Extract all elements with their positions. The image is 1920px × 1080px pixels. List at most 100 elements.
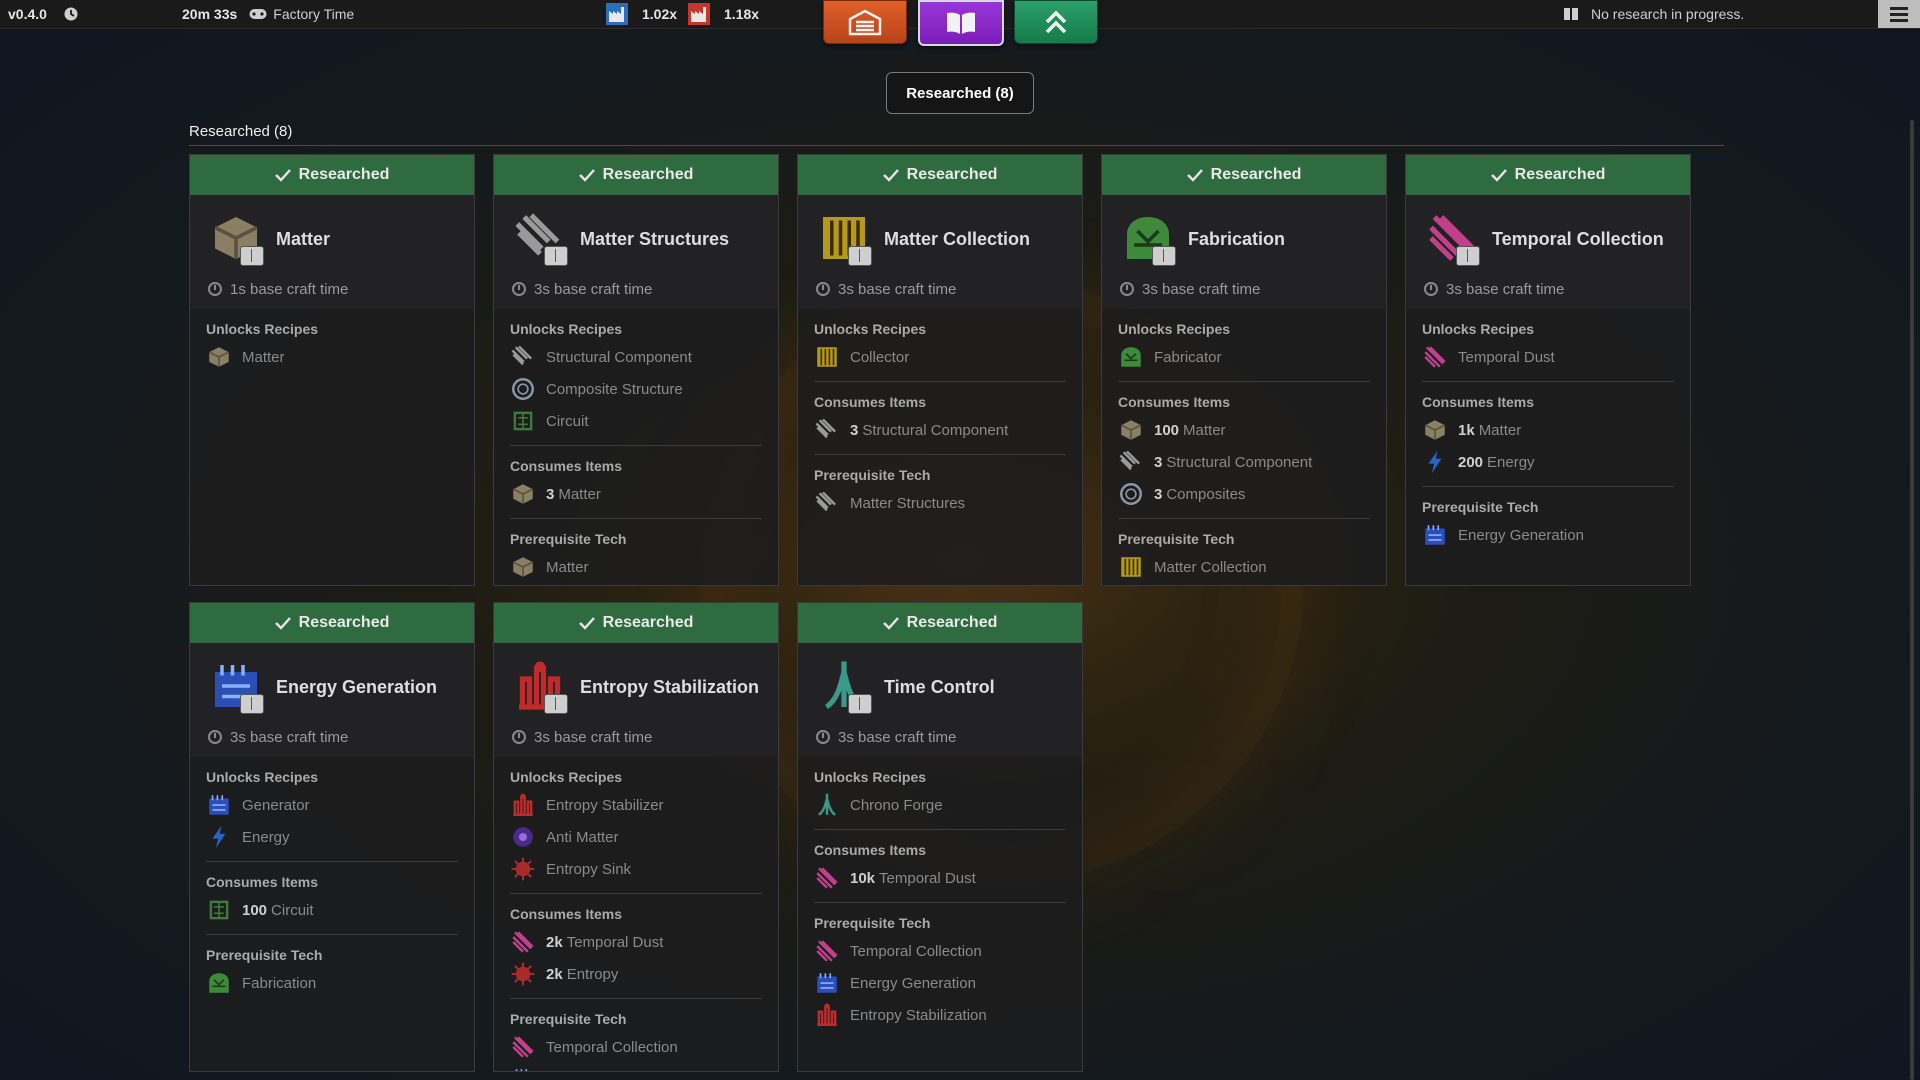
unlocks-item: Circuit — [510, 405, 762, 437]
matter-icon — [1424, 420, 1446, 440]
tech-icon — [208, 210, 266, 268]
status-label: Researched — [906, 166, 998, 183]
research-tab-button[interactable] — [918, 0, 1004, 46]
item-name: Matter — [558, 485, 601, 503]
item-name: Matter — [1183, 421, 1226, 439]
researched-filter-button[interactable]: Researched (8) — [886, 72, 1034, 114]
divider — [814, 381, 1066, 382]
consumes-item: 10k Temporal Dust — [814, 862, 1066, 894]
checkmark-icon — [578, 617, 595, 630]
item-quantity: 100 — [1154, 421, 1180, 439]
craft-time-row: 1s base craft time — [208, 277, 456, 301]
consumes-item: 100 Circuit — [206, 894, 458, 926]
unlocks-item: Energy — [206, 821, 458, 853]
tech-title: Fabrication — [1188, 228, 1286, 249]
research-status: No research in progress. — [1591, 6, 1745, 22]
fabricator-icon — [209, 973, 229, 993]
unlocks-item: Fabricator — [1118, 341, 1370, 373]
prereq-item: Fabrication — [206, 967, 458, 999]
item-quantity: 3 — [1154, 485, 1163, 503]
item-name: Matter — [546, 558, 589, 576]
section-divider — [189, 145, 1724, 146]
upgrades-tab-button[interactable] — [1014, 0, 1098, 44]
tech-icon — [208, 658, 266, 716]
item-name: Entropy Sink — [546, 860, 632, 878]
card-summary: Temporal Collection 3s base craft time — [1406, 195, 1690, 309]
unlocks-item: Generator — [206, 789, 458, 821]
unlocks-item: Anti Matter — [510, 821, 762, 853]
factory-speed-icon — [606, 3, 628, 25]
generator-icon — [209, 795, 229, 815]
clock-icon — [208, 282, 222, 296]
energy-icon — [212, 825, 226, 849]
factory-tab-button[interactable] — [823, 0, 907, 44]
checkmark-icon — [578, 169, 595, 182]
card-details: Unlocks Recipes Collector Consumes Items… — [798, 309, 1082, 535]
clock-icon — [64, 7, 78, 21]
clock-icon — [208, 730, 222, 744]
tech-card[interactable]: Researched Matter Collection 3s base cra… — [797, 154, 1083, 586]
tech-card[interactable]: Researched Matter 1s base craft time Unl… — [189, 154, 475, 586]
structural-icon — [815, 418, 836, 439]
tech-card[interactable]: Researched Temporal Collection 3s base c… — [1405, 154, 1691, 586]
status-label: Researched — [906, 614, 998, 631]
researched-header: Researched — [1406, 155, 1690, 195]
unlocks-item: Chrono Forge — [814, 789, 1066, 821]
composite-icon — [1120, 483, 1142, 505]
book-badge-icon — [544, 694, 568, 714]
tech-card[interactable]: Researched Matter Structures 3s base cra… — [493, 154, 779, 586]
matter-icon — [512, 484, 534, 504]
tech-card[interactable]: Researched Entropy Stabilization 3s base… — [493, 602, 779, 1072]
structural-icon — [1119, 450, 1140, 471]
temporal-icon — [1424, 346, 1446, 368]
stabilizer-icon — [817, 1003, 837, 1026]
clock-icon — [816, 282, 830, 296]
researched-header: Researched — [798, 155, 1082, 195]
divider — [510, 445, 762, 446]
collector-icon — [1121, 557, 1141, 577]
craft-time: 3s base craft time — [1446, 280, 1565, 298]
energy-icon — [1428, 450, 1442, 474]
craft-time-row: 3s base craft time — [1424, 277, 1672, 301]
tech-card[interactable]: Researched Time Control 3s base craft ti… — [797, 602, 1083, 1072]
chrono-icon — [818, 793, 836, 816]
tech-card[interactable]: Researched Energy Generation 3s base cra… — [189, 602, 475, 1072]
item-name: Matter Collection — [1154, 558, 1267, 576]
tech-icon — [816, 210, 874, 268]
menu-button[interactable] — [1878, 0, 1920, 28]
consumes-label: Consumes Items — [814, 394, 927, 410]
unlocks-item: Entropy Stabilizer — [510, 789, 762, 821]
item-name: Energy — [242, 828, 290, 846]
status-label: Researched — [298, 166, 390, 183]
card-summary: Time Control 3s base craft time — [798, 643, 1082, 757]
prereq-label: Prerequisite Tech — [1422, 499, 1539, 515]
tech-card[interactable]: Researched Fabrication 3s base craft tim… — [1101, 154, 1387, 586]
hamburger-icon — [1890, 6, 1908, 10]
matter-icon — [208, 347, 230, 367]
prereq-item: Energy Generation — [814, 967, 1066, 999]
item-name: Energy — [1487, 453, 1535, 471]
speed-2-value: 1.18x — [724, 6, 760, 22]
clock-icon — [816, 730, 830, 744]
book-badge-icon — [544, 246, 568, 266]
tech-icon — [1120, 210, 1178, 268]
matter-icon — [512, 557, 534, 577]
scrollbar[interactable] — [1910, 120, 1914, 1080]
card-summary: Energy Generation 3s base craft time — [190, 643, 474, 757]
consumes-item: 2k Temporal Dust — [510, 926, 762, 958]
status-label: Researched — [602, 166, 694, 183]
tech-icon — [512, 210, 570, 268]
divider — [206, 934, 458, 935]
unlocks-item: Temporal Dust — [1422, 341, 1674, 373]
item-name: Energy Generation — [1458, 526, 1584, 544]
craft-time: 3s base craft time — [1142, 280, 1261, 298]
prereq-item: Matter Structures — [814, 487, 1066, 519]
speed-2-group: 1.18x — [688, 0, 759, 28]
consumes-item: 3 Structural Component — [814, 414, 1066, 446]
unlocks-label: Unlocks Recipes — [1118, 321, 1231, 337]
factory-boost-icon — [688, 3, 710, 25]
version-group: v0.4.0 — [8, 0, 79, 28]
item-name: Temporal Collection — [850, 942, 982, 960]
item-name: Chrono Forge — [850, 796, 943, 814]
consumes-label: Consumes Items — [206, 874, 319, 890]
